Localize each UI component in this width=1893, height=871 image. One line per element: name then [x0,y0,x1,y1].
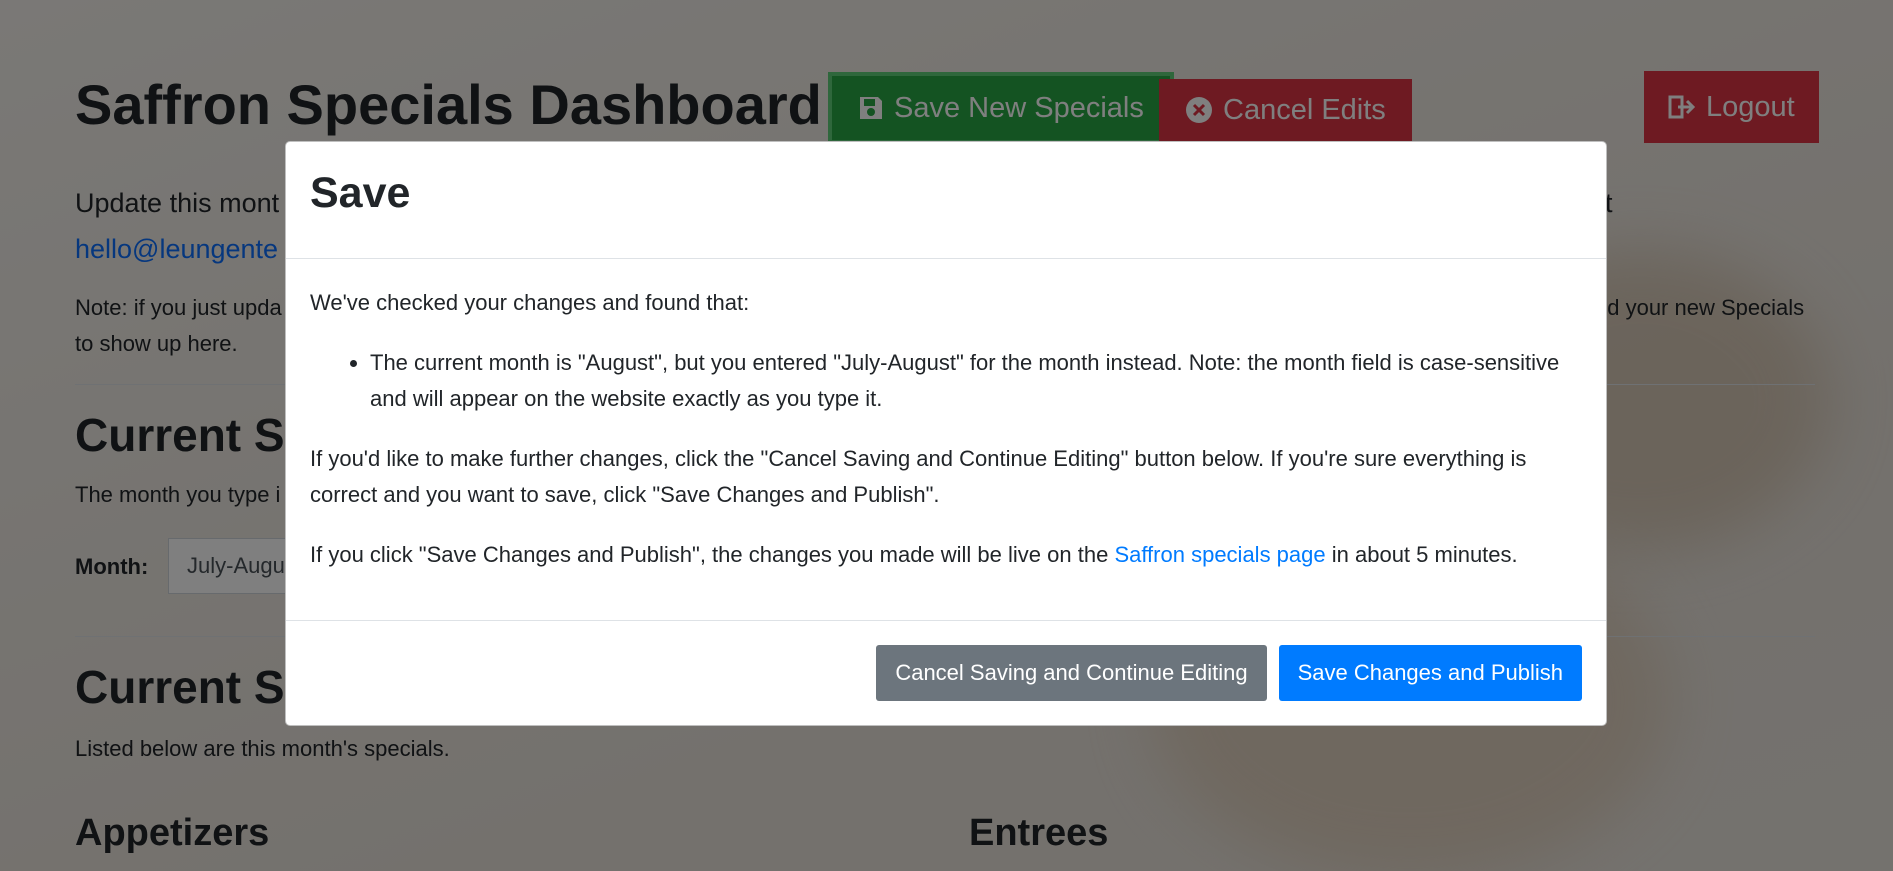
cancel-saving-button[interactable]: Cancel Saving and Continue Editing [876,645,1267,701]
save-modal: Save We've checked your changes and foun… [285,141,1607,726]
issue-item: The current month is "August", but you e… [370,345,1582,417]
modal-footer: Cancel Saving and Continue Editing Save … [286,620,1606,725]
publish-info-prefix: If you click "Save Changes and Publish",… [310,542,1109,567]
modal-intro: We've checked your changes and found tha… [310,290,750,315]
saffron-specials-page-link[interactable]: Saffron specials page [1114,542,1325,567]
modal-header: Save [286,142,1606,259]
publish-info-suffix: in about 5 minutes. [1331,542,1518,567]
modal-body: We've checked your changes and found tha… [286,259,1606,573]
modal-publish-info: If you click "Save Changes and Publish",… [310,537,1582,573]
modal-instructions: If you'd like to make further changes, c… [310,446,1527,507]
page: Saffron Specials Dashboard Save New Spec… [0,0,1893,871]
modal-title: Save [310,169,411,217]
issues-list: The current month is "August", but you e… [310,345,1582,417]
save-and-publish-button[interactable]: Save Changes and Publish [1278,645,1582,701]
